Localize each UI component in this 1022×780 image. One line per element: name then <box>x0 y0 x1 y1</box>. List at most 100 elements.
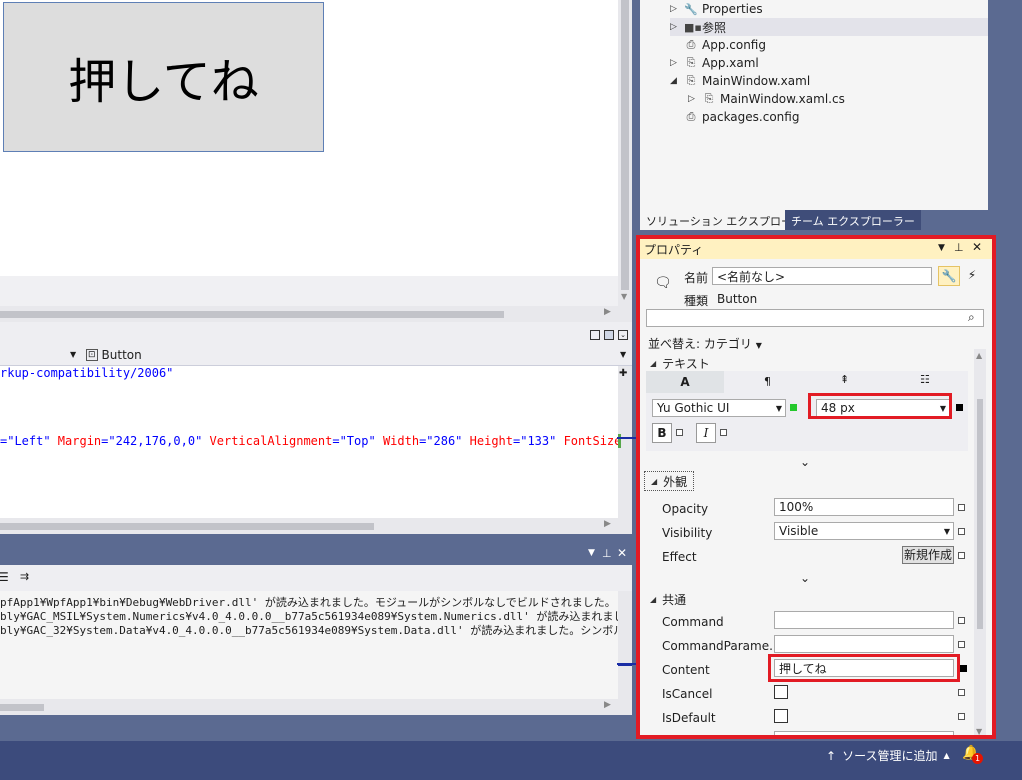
window-position-icon[interactable]: ▼ <box>938 243 945 253</box>
command-parameter-input[interactable] <box>774 635 954 653</box>
element-selector[interactable]: ⊡ Button <box>86 348 142 362</box>
next-row-input[interactable] <box>774 731 954 735</box>
property-marker <box>958 713 965 720</box>
scroll-thumb[interactable] <box>621 0 629 290</box>
tree-item[interactable]: ▷ ⎘ MainWindow.xaml.cs <box>688 90 845 108</box>
is-cancel-checkbox[interactable] <box>774 685 788 699</box>
bold-button[interactable]: B <box>652 423 672 443</box>
cs-file-icon: ⎘ <box>704 92 714 105</box>
notifications-button[interactable]: 🔔 1 <box>962 745 983 764</box>
properties-vscroll[interactable]: ▲ ▼ <box>974 349 986 735</box>
tree-item[interactable]: ⎙ App.config <box>670 36 766 54</box>
split-horizontal-icon[interactable] <box>590 330 600 340</box>
close-icon[interactable]: ✕ <box>617 546 627 560</box>
list-icon[interactable]: ☷ <box>920 373 930 386</box>
section-appearance[interactable]: ◢ 外観 <box>644 471 694 491</box>
scroll-down-icon[interactable]: ▼ <box>621 292 627 301</box>
expand-text-icon[interactable]: ⌄ <box>800 455 810 469</box>
expand-arrow-icon[interactable]: ▷ <box>670 58 680 68</box>
code-token: VerticalAlignment <box>209 434 333 448</box>
editor-vscroll[interactable]: ✚ <box>618 366 632 518</box>
clear-all-icon[interactable]: ☰ <box>0 570 9 584</box>
bold-label: B <box>657 426 667 440</box>
selector-dropdown-arrow-icon[interactable]: ▼ <box>620 350 626 359</box>
expand-arrow-icon[interactable]: ▷ <box>688 94 698 104</box>
is-default-label: IsDefault <box>662 711 716 725</box>
xaml-file-icon: ⎘ <box>686 74 696 87</box>
scroll-right-icon[interactable]: ▶ <box>604 700 611 710</box>
editor-hscroll[interactable]: ▶ <box>0 518 632 534</box>
scroll-thumb[interactable] <box>0 311 504 318</box>
code-token: Height <box>469 434 513 448</box>
output-body[interactable]: pfApp1¥WpfApp1¥bin¥Debug¥WebDriver.dll' … <box>0 591 618 699</box>
visibility-select[interactable]: Visible ▼ <box>774 522 954 540</box>
design-vscroll[interactable]: ▼ <box>618 0 632 306</box>
collapse-pane-icon[interactable]: ⌄ <box>618 330 628 340</box>
section-common[interactable]: ◢ 共通 <box>650 591 686 608</box>
scroll-thumb[interactable] <box>977 399 983 629</box>
local-value-marker-icon <box>956 404 963 411</box>
design-hscroll[interactable]: ▶ <box>0 306 632 322</box>
property-marker <box>720 429 727 436</box>
word-wrap-icon[interactable]: ⇉ <box>20 570 29 583</box>
paragraph-icon[interactable]: ¶ <box>764 375 771 388</box>
text-tab-font[interactable]: A <box>646 371 724 393</box>
code-token: rkup-compatibility/2006" <box>0 366 174 380</box>
scroll-right-icon[interactable]: ▶ <box>604 519 611 529</box>
annotation-connector <box>617 663 636 665</box>
output-vscroll[interactable] <box>618 591 632 699</box>
command-input[interactable] <box>774 611 954 629</box>
font-family-value: Yu Gothic UI <box>657 401 730 415</box>
visibility-label: Visibility <box>662 526 713 540</box>
code-token: Margin <box>57 434 102 448</box>
expand-arrow-icon[interactable]: ▷ <box>670 4 680 14</box>
xaml-editor[interactable]: rkup-compatibility/2006" ="Left" Margin=… <box>0 366 618 518</box>
is-default-checkbox[interactable] <box>774 709 788 723</box>
font-family-select[interactable]: Yu Gothic UI ▼ <box>652 399 786 417</box>
line-spacing-icon[interactable]: ⇞ <box>840 373 849 386</box>
output-hscroll[interactable]: ▶ <box>0 699 632 715</box>
scroll-down-icon[interactable]: ▼ <box>976 727 982 735</box>
expand-appearance-icon[interactable]: ⌄ <box>800 571 810 585</box>
expand-arrow-icon[interactable]: ▷ <box>670 22 680 32</box>
preview-button[interactable]: 押してね <box>3 2 324 152</box>
tree-item[interactable]: ◢ ⎘ MainWindow.xaml <box>670 72 810 90</box>
italic-button[interactable]: I <box>696 423 716 443</box>
split-vertical-icon[interactable] <box>604 330 614 340</box>
events-lightning-button[interactable]: ⚡ <box>962 266 982 286</box>
scroll-thumb[interactable] <box>0 523 374 530</box>
scroll-thumb[interactable] <box>0 704 44 711</box>
split-editor-icon[interactable]: ✚ <box>619 368 627 379</box>
properties-wrench-button[interactable]: 🔧 <box>938 266 960 286</box>
pin-icon[interactable]: ⊥ <box>954 241 964 254</box>
section-text[interactable]: ◢ テキスト <box>650 355 710 372</box>
tree-item-label: MainWindow.xaml <box>702 74 811 88</box>
splitter[interactable]: ⌄ <box>0 322 632 346</box>
effect-new-button[interactable]: 新規作成 <box>902 546 954 564</box>
design-surface[interactable]: 押してね <box>0 0 618 276</box>
sort-dropdown[interactable]: 並べ替え: カテゴリ ▼ <box>648 335 762 352</box>
element-dropdown-arrow-icon[interactable]: ▼ <box>70 350 76 359</box>
solution-explorer-vscroll[interactable] <box>988 0 998 210</box>
name-input[interactable]: <名前なし> <box>712 267 932 285</box>
solution-explorer: ▷ 🔧 Properties ▷ ■▪ 参照 ⎙ App.config ▷ ⎘ App.xaml ◢ ⎘… <box>640 0 988 210</box>
source-control-button[interactable]: ↑ ソース管理に追加 ▲ <box>826 747 950 764</box>
tree-item[interactable]: ⎙ packages.config <box>670 108 800 126</box>
code-token: ="Left" <box>0 434 58 448</box>
property-marker <box>676 429 683 436</box>
tree-item[interactable]: ▷ ■▪ 参照 <box>670 18 988 36</box>
tab-team-explorer[interactable]: チーム エクスプローラー <box>785 210 921 230</box>
window-position-icon[interactable]: ▼ <box>588 548 595 558</box>
close-icon[interactable]: ✕ <box>972 240 982 254</box>
scroll-right-icon[interactable]: ▶ <box>604 307 611 317</box>
tree-item[interactable]: ▷ ⎘ App.xaml <box>670 54 759 72</box>
scroll-up-icon[interactable]: ▲ <box>976 351 982 360</box>
collapse-icon: ◢ <box>651 476 658 486</box>
opacity-input[interactable]: 100% <box>774 498 954 516</box>
tree-item[interactable]: ▷ 🔧 Properties <box>670 0 763 18</box>
config-file-icon: ⎙ <box>686 38 696 51</box>
selected-element-icon: 🗨 <box>654 275 672 291</box>
pin-icon[interactable]: ⊥ <box>602 547 612 560</box>
property-search-input[interactable] <box>646 309 984 327</box>
expand-arrow-icon[interactable]: ◢ <box>670 76 680 86</box>
